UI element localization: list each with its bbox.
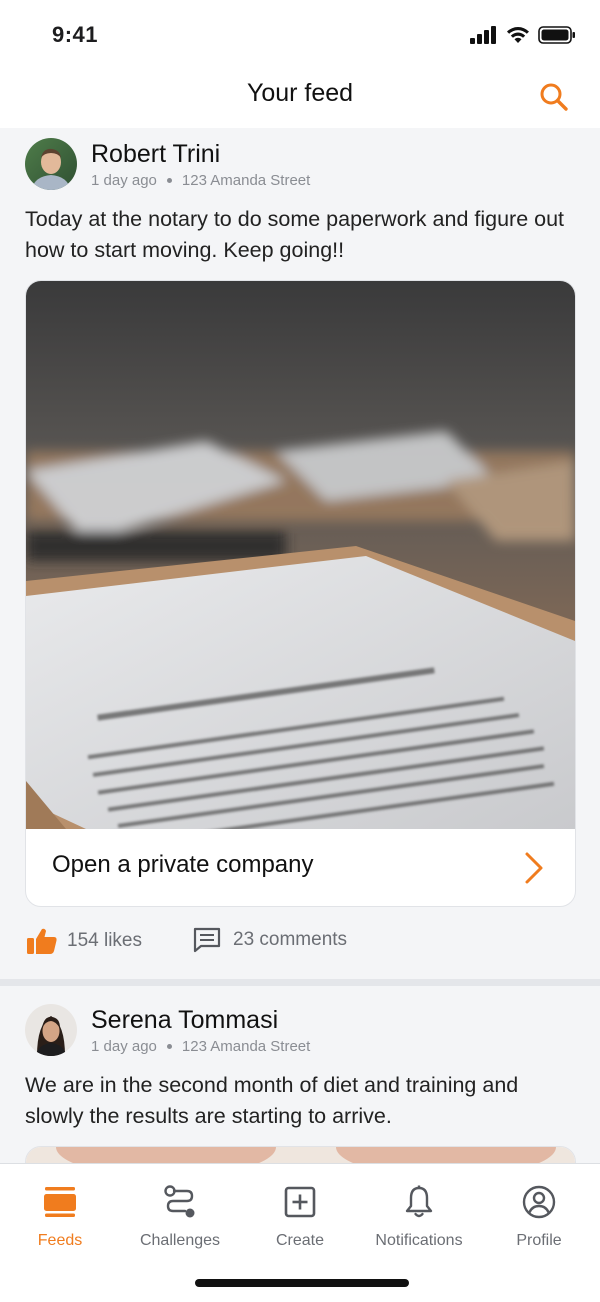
avatar[interactable]	[25, 138, 77, 190]
linked-goal-card[interactable]	[25, 1146, 576, 1164]
separator-dot	[166, 178, 172, 183]
thumbs-up-icon	[27, 928, 57, 954]
status-icons	[470, 26, 576, 44]
tab-profile[interactable]: Profile	[479, 1184, 599, 1250]
search-button[interactable]	[538, 81, 570, 113]
status-time: 9:41	[52, 22, 99, 47]
card-footer[interactable]: Open a private company	[26, 829, 575, 906]
challenges-icon	[164, 1185, 195, 1218]
create-icon	[284, 1186, 316, 1218]
tab-label: Feeds	[37, 1232, 83, 1249]
post-card: Robert Trini 1 day ago 123 Amanda Street…	[0, 128, 600, 979]
post-location: 123 Amanda Street	[181, 172, 311, 189]
tab-notifications[interactable]: Notifications	[359, 1184, 479, 1250]
chevron-right-icon	[525, 852, 543, 884]
comments-count: 23 comments	[233, 929, 348, 950]
post-meta: 1 day ago 123 Amanda Street	[91, 1038, 310, 1055]
comment-icon	[193, 927, 221, 953]
card-title: Open a private company	[52, 851, 314, 878]
post-meta: 1 day ago 123 Amanda Street	[91, 172, 310, 189]
signal-icon	[470, 26, 496, 44]
post-author[interactable]: Robert Trini	[91, 140, 220, 169]
likes-count: 154 likes	[67, 930, 142, 951]
linked-goal-card[interactable]: Open a private company	[25, 280, 576, 907]
post-text: Today at the notary to do some paperwork…	[25, 207, 565, 262]
post-location: 123 Amanda Street	[181, 1038, 311, 1055]
post-image	[26, 281, 575, 829]
post-time: 1 day ago	[91, 172, 157, 189]
post-actions: 154 likes 23 comments	[0, 907, 600, 979]
separator-dot	[166, 1044, 172, 1049]
post-text: We are in the second month of diet and t…	[25, 1073, 519, 1128]
post-image	[26, 1147, 575, 1164]
tab-feeds[interactable]: Feeds	[0, 1184, 120, 1250]
search-icon	[540, 83, 568, 111]
header: Your feed	[0, 70, 600, 128]
profile-icon	[522, 1185, 556, 1219]
home-indicator	[195, 1279, 409, 1287]
feed-list[interactable]: Robert Trini 1 day ago 123 Amanda Street…	[0, 128, 600, 1164]
tab-create[interactable]: Create	[240, 1184, 360, 1250]
tab-challenges[interactable]: Challenges	[120, 1184, 240, 1250]
page-title: Your feed	[246, 79, 354, 107]
bell-icon	[405, 1185, 433, 1218]
post-time: 1 day ago	[91, 1038, 157, 1055]
tab-label: Create	[275, 1232, 325, 1249]
feeds-icon	[44, 1187, 76, 1217]
post-header: Robert Trini 1 day ago 123 Amanda Street	[0, 128, 600, 190]
avatar[interactable]	[25, 1004, 77, 1056]
post-card: Serena Tommasi 1 day ago 123 Amanda Stre…	[0, 994, 600, 1164]
tab-label: Notifications	[375, 1232, 463, 1249]
status-bar: 9:41	[0, 0, 600, 70]
post-divider	[0, 979, 600, 986]
comment-button[interactable]: 23 comments	[193, 927, 347, 953]
post-header: Serena Tommasi 1 day ago 123 Amanda Stre…	[0, 994, 600, 1056]
tab-label: Profile	[516, 1232, 562, 1249]
wifi-icon	[507, 27, 529, 43]
like-button[interactable]: 154 likes	[27, 927, 142, 955]
battery-icon	[538, 26, 575, 44]
post-author[interactable]: Serena Tommasi	[91, 1006, 278, 1035]
tab-label: Challenges	[139, 1232, 221, 1249]
